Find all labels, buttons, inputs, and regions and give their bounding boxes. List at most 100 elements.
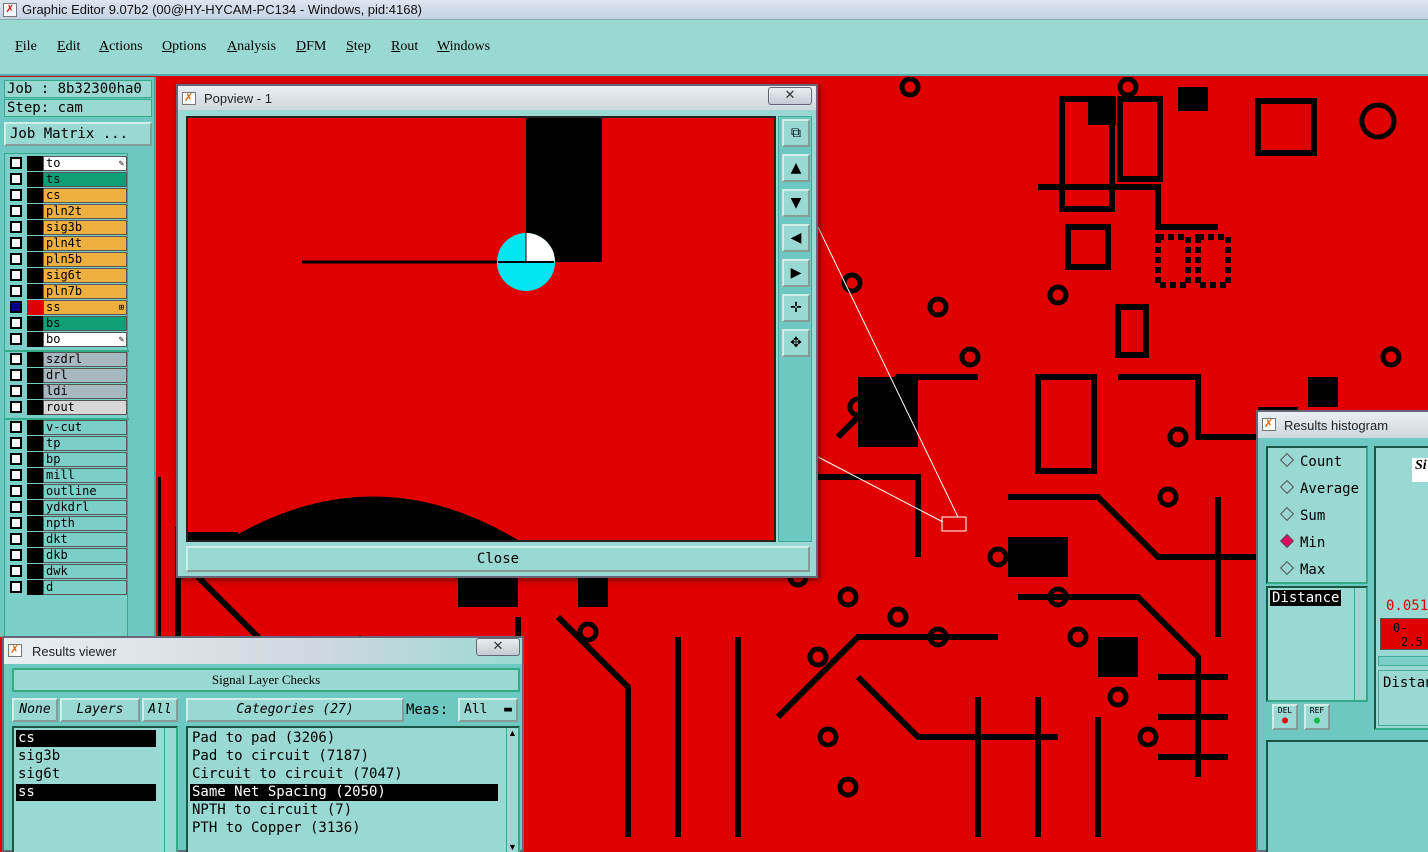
meas-select[interactable]: All ▬	[458, 698, 518, 722]
layer-color-swatch[interactable]	[27, 516, 43, 531]
layer-checkbox[interactable]	[10, 565, 22, 577]
layer-color-swatch[interactable]	[27, 172, 43, 187]
layer-result-item[interactable]: ss	[16, 784, 156, 801]
layer-row-ss[interactable]: ss ⊞	[7, 300, 127, 315]
menu-file[interactable]: File	[15, 39, 37, 55]
layer-row-pln5b[interactable]: pln5b	[7, 252, 127, 267]
layer-name[interactable]: rout	[43, 400, 127, 415]
layer-row-sig6t[interactable]: sig6t	[7, 268, 127, 283]
histogram-bar[interactable]: 0- 2.5	[1380, 618, 1428, 650]
layer-name[interactable]: dkb	[43, 548, 127, 563]
menu-analysis[interactable]: Analysis	[227, 39, 276, 55]
layer-result-item[interactable]: cs	[16, 730, 156, 747]
layer-color-swatch[interactable]	[27, 468, 43, 483]
radio-diamond-icon[interactable]	[1279, 560, 1295, 576]
results-viewer-titlebar[interactable]: Results viewer ✕	[4, 638, 522, 664]
pan-up-icon[interactable]: ▲	[782, 154, 810, 182]
stat-radio-count[interactable]: Count	[1279, 452, 1342, 472]
layer-checkbox[interactable]	[10, 501, 22, 513]
layer-row-bs[interactable]: bs	[7, 316, 127, 331]
layer-row-pln7b[interactable]: pln7b	[7, 284, 127, 299]
layer-color-swatch[interactable]	[27, 384, 43, 399]
layer-name[interactable]: pln4t	[43, 236, 127, 251]
layer-checkbox[interactable]	[10, 581, 22, 593]
layer-color-swatch[interactable]	[27, 268, 43, 283]
layer-row-cs[interactable]: cs	[7, 188, 127, 203]
layer-name[interactable]: cs	[43, 188, 127, 203]
layer-checkbox[interactable]	[10, 421, 22, 433]
layer-row-bo[interactable]: bo ✎	[7, 332, 127, 347]
menu-windows[interactable]: Windows	[437, 39, 490, 55]
layer-color-swatch[interactable]	[27, 484, 43, 499]
menu-dfm[interactable]: DFM	[296, 39, 326, 55]
layer-checkbox[interactable]	[10, 437, 22, 449]
category-item[interactable]: PTH to Copper (3136)	[190, 820, 498, 837]
layer-color-swatch[interactable]	[27, 188, 43, 203]
category-item[interactable]: Circuit to circuit (7047)	[190, 766, 498, 783]
zoom-window-icon[interactable]: ⧉	[782, 119, 810, 147]
layer-color-swatch[interactable]	[27, 580, 43, 595]
layer-color-swatch[interactable]	[27, 300, 43, 315]
layer-color-swatch[interactable]	[27, 316, 43, 331]
layer-checkbox[interactable]	[10, 205, 22, 217]
layer-name[interactable]: dwk	[43, 564, 127, 579]
category-results-list[interactable]: Pad to pad (3206) Pad to circuit (7187) Ci…	[186, 726, 520, 852]
layer-name[interactable]: v-cut	[43, 420, 127, 435]
layer-checkbox[interactable]	[10, 189, 22, 201]
layer-color-swatch[interactable]	[27, 532, 43, 547]
zoom-out-icon[interactable]: ✥	[782, 329, 810, 357]
pan-left-icon[interactable]: ◀	[782, 224, 810, 252]
pan-right-icon[interactable]: ▶	[782, 259, 810, 287]
layer-name[interactable]: mill	[43, 468, 127, 483]
layer-list-scrollbar[interactable]	[164, 728, 176, 852]
layer-checkbox[interactable]	[10, 469, 22, 481]
layer-checkbox[interactable]	[10, 333, 22, 345]
zoom-in-icon[interactable]: ✛	[782, 294, 810, 322]
field-list-scrollbar[interactable]	[1354, 588, 1366, 700]
layer-checkbox[interactable]	[10, 453, 22, 465]
scroll-down-icon[interactable]: ▼	[508, 842, 517, 852]
layer-checkbox[interactable]	[10, 549, 22, 561]
none-button[interactable]: None	[12, 698, 58, 722]
layer-row-to[interactable]: to ✎	[7, 156, 127, 171]
layer-name[interactable]: d	[43, 580, 127, 595]
close-icon[interactable]: ✕	[768, 87, 812, 105]
layer-name[interactable]: tp	[43, 436, 127, 451]
layer-result-item[interactable]: sig3b	[16, 748, 156, 765]
layer-name[interactable]: pln2t	[43, 204, 127, 219]
stat-radio-max[interactable]: Max	[1279, 560, 1325, 580]
layer-results-list[interactable]: cs sig3b sig6t ss	[12, 726, 178, 852]
layer-checkbox[interactable]	[10, 401, 22, 413]
layer-color-swatch[interactable]	[27, 420, 43, 435]
histogram-hscroll[interactable]	[1378, 656, 1428, 666]
popview-titlebar[interactable]: Popview - 1 ✕	[178, 86, 816, 110]
layer-name[interactable]: sig6t	[43, 268, 127, 283]
layer-row-dkb[interactable]: dkb	[7, 548, 127, 563]
layer-row-rout[interactable]: rout	[7, 400, 127, 415]
layer-name[interactable]: dkt	[43, 532, 127, 547]
layer-row-pln2t[interactable]: pln2t	[7, 204, 127, 219]
job-matrix-button[interactable]: Job Matrix ...	[4, 122, 152, 146]
popview-close-button[interactable]: Close	[186, 546, 810, 572]
layer-color-swatch[interactable]	[27, 220, 43, 235]
layer-color-swatch[interactable]	[27, 400, 43, 415]
del-button[interactable]: DEL ●	[1272, 704, 1298, 730]
layer-checkbox[interactable]	[10, 317, 22, 329]
ref-button[interactable]: REF ●	[1304, 704, 1330, 730]
layer-checkbox[interactable]	[10, 385, 22, 397]
layer-checkbox[interactable]	[10, 285, 22, 297]
categories-button[interactable]: Categories (27)	[186, 698, 404, 722]
category-item[interactable]: Pad to circuit (7187)	[190, 748, 498, 765]
stat-radio-average[interactable]: Average	[1279, 479, 1359, 499]
layer-name[interactable]: ydkdrl	[43, 500, 127, 515]
layer-row-outline[interactable]: outline	[7, 484, 127, 499]
layer-row-npth[interactable]: npth	[7, 516, 127, 531]
layer-color-swatch[interactable]	[27, 236, 43, 251]
menu-actions[interactable]: Actions	[99, 39, 143, 55]
histogram-titlebar[interactable]: Results histogram	[1258, 412, 1428, 438]
layer-color-swatch[interactable]	[27, 332, 43, 347]
layer-checkbox[interactable]	[10, 157, 22, 169]
category-item[interactable]: NPTH to circuit (7)	[190, 802, 498, 819]
layers-button[interactable]: Layers	[60, 698, 140, 722]
layer-checkbox[interactable]	[10, 269, 22, 281]
